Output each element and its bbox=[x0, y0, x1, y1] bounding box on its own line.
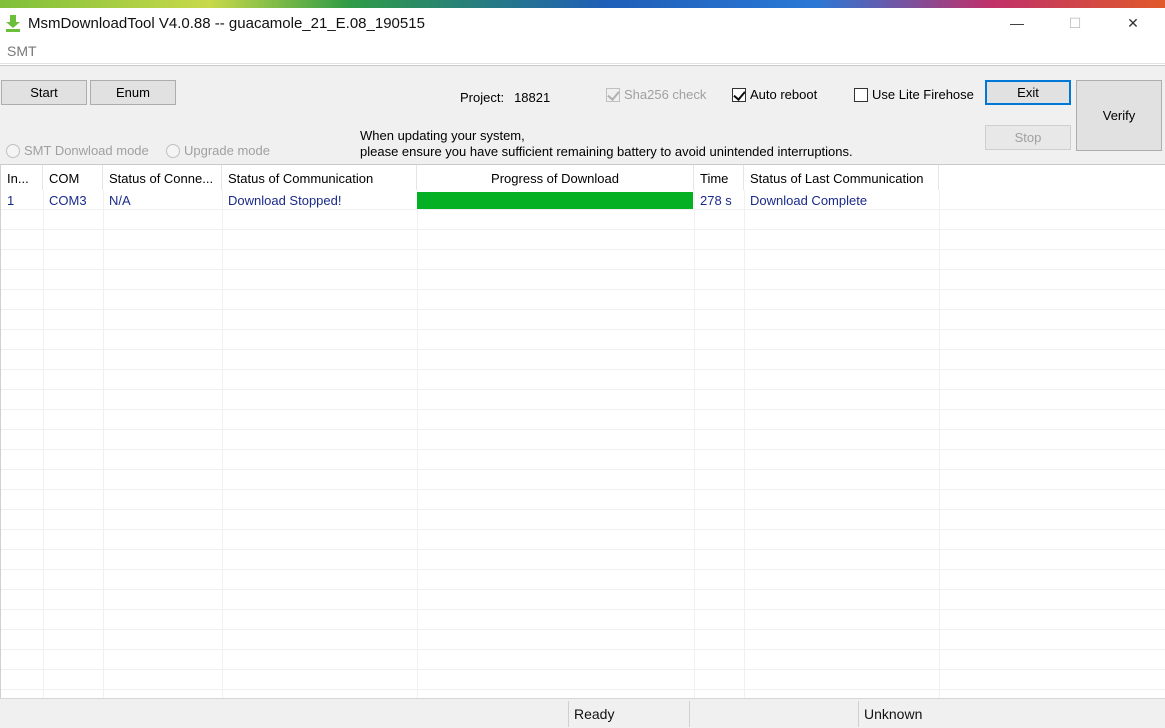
stop-button[interactable]: Stop bbox=[985, 125, 1071, 150]
column-divider bbox=[694, 190, 695, 698]
empty-table-row bbox=[1, 210, 1165, 230]
title-bar[interactable]: MsmDownloadTool V4.0.88 -- guacamole_21_… bbox=[0, 8, 1165, 40]
menu-bar: SMT bbox=[0, 40, 1165, 64]
table-row[interactable]: 1 COM3 N/A Download Stopped! 278 s Downl… bbox=[1, 190, 1165, 210]
radio-icon bbox=[6, 143, 20, 158]
smt-download-mode-radio[interactable]: SMT Donwload mode bbox=[6, 143, 149, 158]
checkbox-checked-icon bbox=[606, 87, 620, 102]
cell-index: 1 bbox=[7, 193, 15, 208]
download-progress-bar bbox=[417, 192, 693, 209]
empty-table-row bbox=[1, 310, 1165, 330]
column-divider bbox=[417, 190, 418, 698]
window-title: MsmDownloadTool V4.0.88 -- guacamole_21_… bbox=[28, 15, 425, 32]
empty-table-row bbox=[1, 530, 1165, 550]
cell-com: COM3 bbox=[49, 193, 87, 208]
column-header-progress[interactable]: Progress of Download bbox=[417, 165, 694, 190]
column-divider bbox=[222, 190, 223, 698]
empty-table-row bbox=[1, 630, 1165, 650]
checkbox-checked-icon bbox=[732, 87, 746, 102]
empty-table-row bbox=[1, 610, 1165, 630]
cell-last-communication: Download Complete bbox=[750, 193, 868, 208]
empty-table-row bbox=[1, 250, 1165, 270]
notice-line-1: When updating your system, bbox=[360, 128, 525, 143]
status-text: Ready bbox=[574, 706, 615, 722]
table-header: In... COM Status of Conne... Status of C… bbox=[1, 165, 1165, 190]
status-bar: Ready Unknown bbox=[0, 698, 1165, 728]
radio-icon bbox=[166, 143, 180, 158]
checkbox-unchecked-icon bbox=[854, 87, 868, 102]
column-header-communication[interactable]: Status of Communication bbox=[222, 165, 417, 190]
empty-table-row bbox=[1, 670, 1165, 690]
smt-mode-label: SMT Donwload mode bbox=[24, 143, 149, 158]
verify-button[interactable]: Verify bbox=[1076, 80, 1162, 151]
menu-item-smt[interactable]: SMT bbox=[7, 43, 37, 59]
column-header-last-communication[interactable]: Status of Last Communication bbox=[744, 165, 939, 190]
empty-table-row bbox=[1, 390, 1165, 410]
empty-table-row bbox=[1, 270, 1165, 290]
exit-button[interactable]: Exit bbox=[985, 80, 1071, 105]
empty-table-row bbox=[1, 650, 1165, 670]
empty-table-row bbox=[1, 490, 1165, 510]
column-header-index[interactable]: In... bbox=[1, 165, 43, 190]
empty-table-row bbox=[1, 570, 1165, 590]
enum-button[interactable]: Enum bbox=[90, 80, 176, 105]
status-separator bbox=[568, 701, 569, 727]
maximize-button[interactable]: ☐ bbox=[1052, 8, 1098, 38]
empty-table-row bbox=[1, 690, 1165, 698]
empty-table-row bbox=[1, 550, 1165, 570]
project-label: Project: bbox=[460, 90, 505, 105]
empty-table-row bbox=[1, 410, 1165, 430]
empty-table-row bbox=[1, 510, 1165, 530]
sha256-check-label: Sha256 check bbox=[624, 87, 707, 102]
empty-table-row bbox=[1, 290, 1165, 310]
auto-reboot-label: Auto reboot bbox=[750, 87, 818, 102]
cell-communication: Download Stopped! bbox=[228, 193, 342, 208]
battery-notice: When updating your system, please ensure… bbox=[360, 128, 853, 160]
status-info-text: Unknown bbox=[864, 706, 923, 722]
download-arrow-icon bbox=[6, 15, 20, 32]
sha256-check-checkbox[interactable]: Sha256 check bbox=[606, 87, 706, 102]
close-icon: ✕ bbox=[1127, 14, 1139, 31]
column-divider bbox=[103, 190, 104, 698]
notice-line-2: please ensure you have sufficient remain… bbox=[360, 144, 853, 159]
cell-time: 278 s bbox=[700, 193, 732, 208]
desktop-background bbox=[0, 0, 1165, 8]
empty-table-row bbox=[1, 370, 1165, 390]
toolbar-panel: Start Enum Project: 18821 Sha256 check Au… bbox=[0, 65, 1165, 164]
project-value: 18821 bbox=[514, 90, 551, 105]
upgrade-mode-radio[interactable]: Upgrade mode bbox=[166, 143, 270, 158]
project-info: Project: 18821 bbox=[460, 90, 550, 105]
empty-table-row bbox=[1, 350, 1165, 370]
status-separator bbox=[689, 701, 690, 727]
column-divider bbox=[43, 190, 44, 698]
minimize-button[interactable]: — bbox=[994, 8, 1040, 38]
empty-table-row bbox=[1, 590, 1165, 610]
upgrade-mode-label: Upgrade mode bbox=[184, 143, 270, 158]
device-table[interactable]: In... COM Status of Conne... Status of C… bbox=[0, 164, 1165, 698]
column-divider bbox=[939, 190, 940, 698]
empty-table-row bbox=[1, 470, 1165, 490]
empty-table-row bbox=[1, 430, 1165, 450]
empty-table-row bbox=[1, 230, 1165, 250]
column-header-com[interactable]: COM bbox=[43, 165, 103, 190]
empty-table-row bbox=[1, 330, 1165, 350]
empty-table-row bbox=[1, 450, 1165, 470]
cell-connection: N/A bbox=[109, 193, 131, 208]
auto-reboot-checkbox[interactable]: Auto reboot bbox=[732, 87, 817, 102]
lite-firehose-label: Use Lite Firehose bbox=[872, 87, 974, 102]
lite-firehose-checkbox[interactable]: Use Lite Firehose bbox=[854, 87, 974, 102]
column-header-time[interactable]: Time bbox=[694, 165, 744, 190]
minimize-icon: — bbox=[1010, 15, 1024, 31]
column-header-connection[interactable]: Status of Conne... bbox=[103, 165, 222, 190]
status-separator bbox=[858, 701, 859, 727]
start-button[interactable]: Start bbox=[1, 80, 87, 105]
column-divider bbox=[744, 190, 745, 698]
maximize-icon: ☐ bbox=[1068, 14, 1082, 31]
close-button[interactable]: ✕ bbox=[1110, 8, 1156, 38]
